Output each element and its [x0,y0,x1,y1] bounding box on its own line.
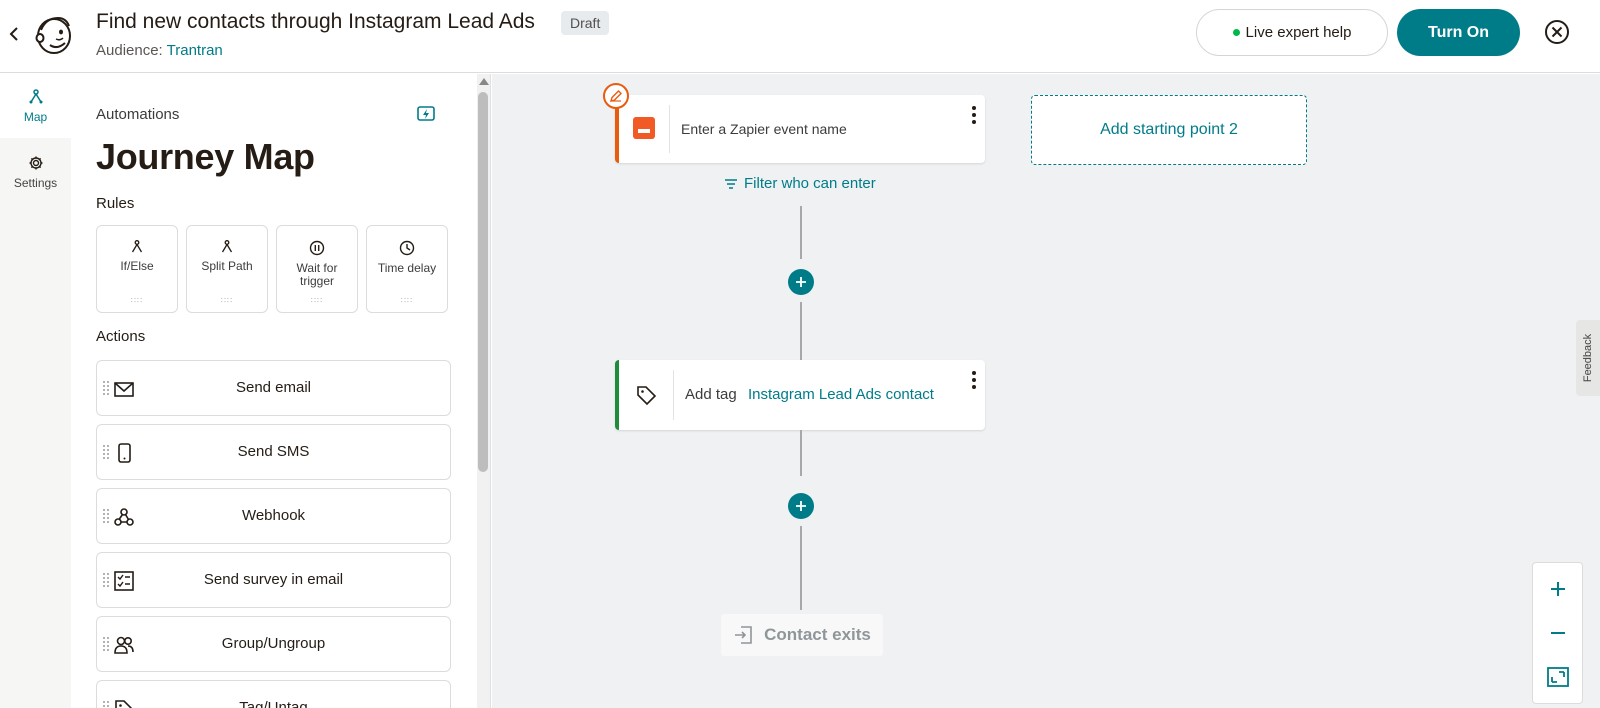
add-tag-card[interactable]: Add tag Instagram Lead Ads contact [615,360,985,430]
action-prefix: Add tag [685,386,737,403]
panel-label: Automations [96,106,180,123]
live-expert-help-label: Live expert help [1245,24,1352,41]
panel-scrollbar-thumb[interactable] [478,92,488,472]
divider [673,370,674,420]
status-badge: Draft [561,11,610,35]
zoom-out-icon[interactable] [1533,611,1582,655]
action-label: Tag/Untag [239,699,308,708]
clock-icon [399,240,415,256]
actions-heading: Actions [96,328,146,345]
rule-label: If/Else [120,259,154,273]
zoom-in-icon[interactable] [1533,567,1582,611]
exit-icon [735,626,752,644]
contact-exits-label: Contact exits [764,625,871,644]
scroll-up-arrow-icon[interactable] [479,78,489,85]
rail-item-settings[interactable]: Settings [0,140,71,204]
rule-if-else[interactable]: If/Else ∷∷ [96,225,178,313]
panel-tool-icon[interactable] [417,106,435,122]
trigger-label: Enter a Zapier event name [681,121,847,137]
gear-icon [29,156,42,169]
close-icon[interactable] [1544,19,1570,45]
connector-line [800,302,802,360]
live-expert-help-button[interactable]: Live expert help [1196,9,1388,56]
contact-exits-node: Contact exits [721,614,883,656]
zoom-controls [1532,562,1583,704]
trigger-card[interactable]: Enter a Zapier event name [615,95,985,163]
audience-label: Audience: [96,42,163,59]
edit-pencil-icon[interactable] [603,83,629,109]
action-label: Send SMS [237,443,310,460]
filter-lines-icon [725,178,737,189]
back-chevron-icon[interactable] [4,24,24,44]
zapier-icon [633,117,655,139]
connector-line [800,206,802,259]
add-step-plus-icon[interactable] [788,269,814,295]
split-icon [221,240,233,253]
audience-link[interactable]: Trantran [167,42,223,59]
feedback-tab[interactable]: Feedback [1576,320,1600,396]
add-step-plus-icon[interactable] [788,493,814,519]
tag-icon [637,386,657,406]
journey-canvas[interactable]: Enter a Zapier event name Add starting p… [492,74,1600,708]
action-label: Webhook [241,507,306,524]
page-title: Find new contacts through Instagram Lead… [96,10,535,33]
action-label: Group/Ungroup [221,635,326,652]
rules-heading: Rules [96,195,135,212]
left-rail: Map Settings [0,74,71,708]
rail-settings-label: Settings [13,175,58,190]
rail-item-map[interactable]: Map [0,74,71,138]
rule-split-path[interactable]: Split Path ∷∷ [186,225,268,313]
rail-map-label: Map [23,109,48,124]
automation-panel: Automations Journey Map Rules If/Else ∷∷… [71,74,491,708]
action-label: Send survey in email [203,571,344,588]
drag-grip-icon: ∷∷ [310,296,324,305]
connector-line [800,430,802,476]
rule-label: Wait for trigger [296,261,338,288]
more-options-icon[interactable] [971,370,977,390]
action-webhook[interactable]: Webhook [96,488,451,544]
tag-name-link[interactable]: Instagram Lead Ads contact [748,386,934,403]
connector-line [800,526,802,610]
drag-grip-icon: ∷∷ [220,296,234,305]
rule-label: Split Path [201,259,253,273]
online-dot-icon [1232,29,1240,36]
action-send-email[interactable]: Send email [96,360,451,416]
fit-to-screen-icon[interactable] [1533,655,1582,699]
branch-icon [131,240,143,253]
rule-wait-for-trigger[interactable]: Wait for trigger ∷∷ [276,225,358,313]
app-header: Find new contacts through Instagram Lead… [0,0,1600,73]
action-send-survey-in-email[interactable]: Send survey in email [96,552,451,608]
more-options-icon[interactable] [971,105,977,125]
filter-who-can-enter-link[interactable]: Filter who can enter [724,175,876,192]
drag-grip-icon: ∷∷ [130,296,144,305]
rule-time-delay[interactable]: Time delay ∷∷ [366,225,448,313]
action-tag-untag[interactable]: Tag/Untag [96,680,451,708]
action-send-sms[interactable]: Send SMS [96,424,451,480]
action-label: Send email [235,379,312,396]
audience-line: Audience: Trantran [96,42,223,59]
panel-title: Journey Map [96,136,315,177]
map-branch-icon [29,88,42,103]
mailchimp-logo-icon[interactable] [32,12,76,56]
drag-grip-icon: ∷∷ [400,296,414,305]
filter-label: Filter who can enter [744,175,876,192]
turn-on-button[interactable]: Turn On [1397,9,1520,56]
divider [669,105,670,153]
feedback-label: Feedback [1582,333,1594,383]
add-starting-point-button[interactable]: Add starting point 2 [1031,95,1307,165]
pause-circle-icon [309,240,325,256]
action-group-ungroup[interactable]: Group/Ungroup [96,616,451,672]
rule-label: Time delay [377,261,437,275]
